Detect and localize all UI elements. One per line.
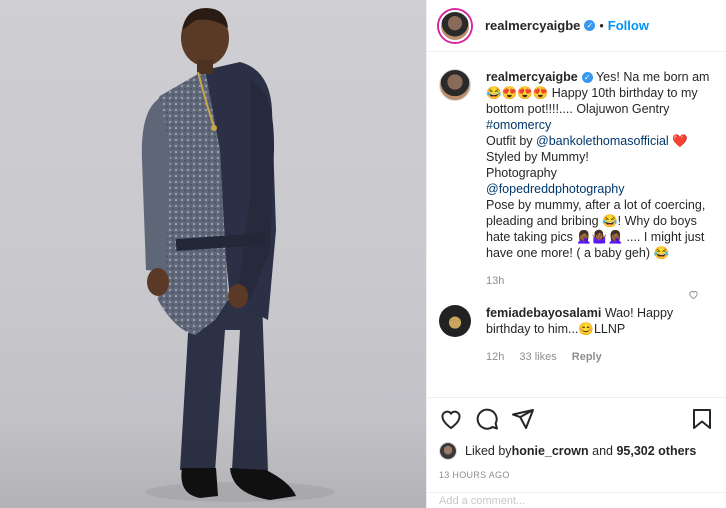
comment-icon[interactable] [475,407,499,431]
caption-text-6: Pose by mummy, after a lot of coercing, … [486,198,706,260]
caption-mention-2[interactable]: @fopedreddphotography [486,182,625,196]
likes-prefix: Liked by [465,444,512,458]
caption-text-3: ❤️ [668,134,688,148]
caption: realmercyaigbe ✓ Yes! Na me born am 😂😍😍😍 … [439,69,714,289]
header-separator: • [599,18,604,33]
comment-likes[interactable]: 33 likes [519,351,556,363]
heart-icon[interactable] [439,407,463,431]
photo-floor-shade [0,418,426,508]
comment-time[interactable]: 12h [486,351,504,363]
author-avatar[interactable] [439,9,471,42]
caption-time[interactable]: 13h [486,275,504,287]
likes-count[interactable]: 95,302 others [616,444,696,458]
caption-username[interactable]: realmercyaigbe [486,70,578,84]
action-icons [439,406,714,432]
post-photo[interactable] [0,0,426,508]
follow-button[interactable]: Follow [608,18,649,33]
liker-avatar[interactable] [439,442,457,460]
comment-meta: 12h 33 likes Reply [486,349,713,365]
post-timestamp[interactable]: 13 HOURS AGO [439,470,714,480]
reply-button[interactable]: Reply [572,351,602,363]
caption-hashtag[interactable]: #omomercy [486,118,551,132]
post-header: realmercyaigbe ✓ • Follow [427,0,726,52]
instagram-post: realmercyaigbe ✓ • Follow realmercyaigbe… [0,0,726,508]
author-username[interactable]: realmercyaigbe [485,18,580,33]
bookmark-icon[interactable] [690,407,714,431]
likes-middle: and [588,444,617,458]
caption-text-4: Styled by Mummy! [486,150,589,164]
caption-text-2: Outfit by [486,134,537,148]
post-actions: Liked by honie_crown and 95,302 others 1… [427,397,726,480]
commenter-username[interactable]: femiadebayosalami [486,306,601,320]
comment-like-heart-icon[interactable] [688,289,698,300]
caption-mention-1[interactable]: @bankolethomasofficial [536,134,669,148]
share-icon[interactable] [511,407,535,431]
commenter-avatar[interactable] [439,305,471,337]
caption-text-5: Photography [486,166,557,180]
caption-meta: 13h [486,273,713,289]
verified-icon: ✓ [584,20,596,31]
post-sidebar: realmercyaigbe ✓ • Follow realmercyaigbe… [426,0,726,508]
caption-avatar[interactable] [439,69,471,101]
comments-section: realmercyaigbe ✓ Yes! Na me born am 😂😍😍😍 … [427,53,726,397]
liker-username[interactable]: honie_crown [512,444,589,458]
add-comment-field[interactable]: Add a comment... [427,492,726,508]
comment-item: femiadebayosalami Wao! Happy birthday to… [439,305,714,365]
caption-verified-icon: ✓ [581,72,593,84]
likes-line: Liked by honie_crown and 95,302 others [439,442,714,460]
